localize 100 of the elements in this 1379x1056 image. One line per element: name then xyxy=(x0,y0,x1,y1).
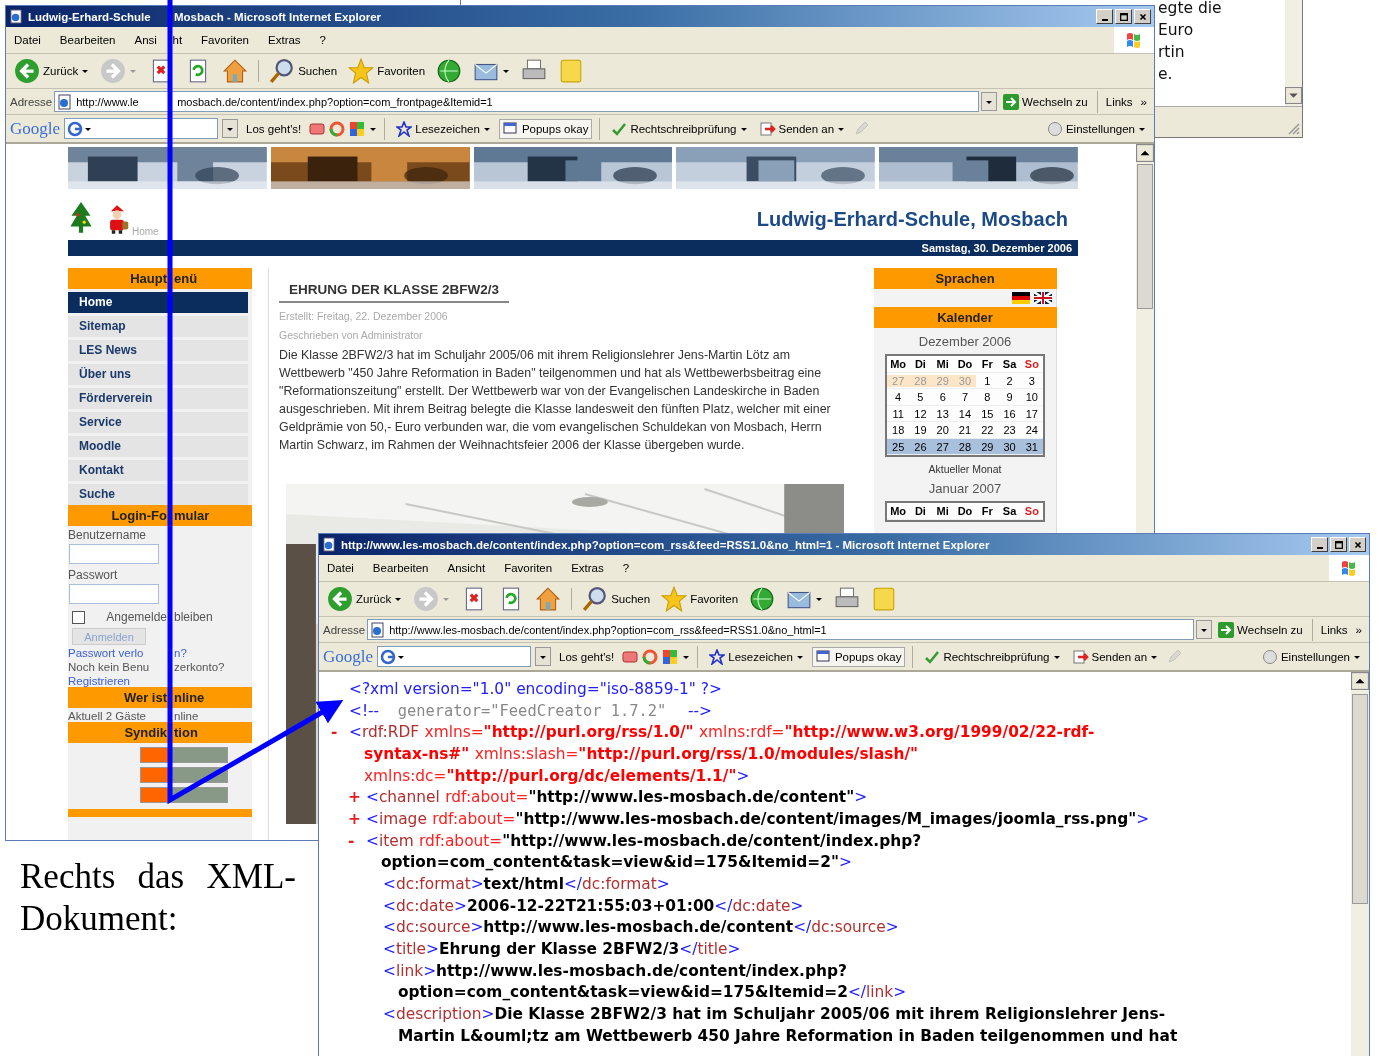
day-cell[interactable]: 12 xyxy=(909,407,932,420)
back-button[interactable]: Zurück xyxy=(323,584,407,614)
current-month-link[interactable]: Aktueller Monat xyxy=(928,463,1002,475)
sidebar-item[interactable]: Suche xyxy=(68,484,248,505)
day-cell[interactable]: 28 xyxy=(953,440,977,453)
search-button[interactable]: Suchen xyxy=(265,56,342,86)
spellcheck-button[interactable]: Rechtschreibprüfung xyxy=(607,118,752,139)
menu-item[interactable]: Favoriten xyxy=(504,562,553,574)
sidebar-item[interactable]: Förderverein xyxy=(68,388,248,409)
day-cell[interactable]: 24 xyxy=(1020,424,1043,437)
day-cell[interactable]: 6 xyxy=(931,391,954,404)
sidebar-item[interactable]: Kontakt xyxy=(68,460,248,481)
collapse-toggle[interactable]: - xyxy=(331,723,349,742)
send-button[interactable]: Senden an xyxy=(755,118,850,139)
day-cell[interactable]: 3 xyxy=(1020,374,1043,387)
maximize-button[interactable] xyxy=(1330,537,1347,552)
day-cell[interactable]: 1 xyxy=(976,374,999,387)
menu-item[interactable]: ht xyxy=(172,34,183,46)
day-cell[interactable]: 8 xyxy=(976,391,999,404)
username-field[interactable] xyxy=(69,544,159,564)
menu-item[interactable]: Ansi xyxy=(134,34,173,46)
day-cell[interactable]: 2 xyxy=(998,374,1021,387)
address-field[interactable]: http://www.les-mosbach.de/content/index.php?option=com_rss&feed=RSS1.0&no_html=1 xyxy=(367,619,1195,640)
menu-item[interactable]: Ansicht xyxy=(447,562,486,574)
day-cell[interactable]: 18 xyxy=(887,424,910,437)
feed-button[interactable] xyxy=(140,747,228,763)
favorites-button[interactable]: Favoriten xyxy=(657,584,743,614)
ring-icon[interactable] xyxy=(329,120,346,137)
blocks-icon[interactable] xyxy=(662,648,679,665)
menu-item[interactable]: Datei xyxy=(14,34,41,46)
go-button[interactable]: Wechseln zu xyxy=(999,91,1092,112)
close-button[interactable] xyxy=(1134,9,1151,24)
sidebar-item[interactable]: Service xyxy=(68,412,248,433)
day-cell[interactable]: 19 xyxy=(909,424,932,437)
flag-icon[interactable] xyxy=(1012,292,1030,304)
settings-button[interactable]: Einstellungen xyxy=(1042,118,1150,139)
forgot-password-link[interactable]: Passwort verlo xyxy=(68,647,174,659)
forgot-password-link[interactable]: n? xyxy=(174,647,187,659)
day-cell[interactable]: 7 xyxy=(953,391,977,404)
flag-icon[interactable] xyxy=(1034,292,1052,304)
sidebar-item[interactable]: Home xyxy=(68,292,248,313)
day-cell[interactable]: 13 xyxy=(931,407,954,420)
sidebar-item[interactable]: Moodle xyxy=(68,436,248,457)
favorites-button[interactable]: Favoriten xyxy=(344,56,430,86)
checkbox[interactable] xyxy=(72,610,85,624)
day-cell[interactable]: 4 xyxy=(887,391,910,404)
day-cell[interactable]: 23 xyxy=(998,424,1021,437)
go-button[interactable]: Los geht's! xyxy=(555,648,619,665)
news-icon[interactable] xyxy=(622,648,639,665)
sidebar-item[interactable]: Sitemap xyxy=(68,316,248,337)
password-field[interactable] xyxy=(69,584,159,604)
chevron-text[interactable]: » xyxy=(1352,623,1365,636)
day-cell[interactable]: 30 xyxy=(998,440,1021,453)
close-button[interactable] xyxy=(1349,537,1366,552)
dropdown-button[interactable] xyxy=(981,92,998,111)
day-cell[interactable]: 14 xyxy=(953,407,977,420)
day-cell[interactable]: 16 xyxy=(998,407,1021,420)
sidebar-item[interactable]: Über uns xyxy=(68,364,248,385)
ring-icon[interactable] xyxy=(642,648,659,665)
register-link[interactable]: Registrieren xyxy=(68,675,130,687)
scroll-up-icon[interactable] xyxy=(1136,144,1154,162)
menu-item[interactable]: ? xyxy=(319,34,326,46)
links-menu[interactable]: Links xyxy=(1317,623,1351,636)
news-icon[interactable] xyxy=(309,120,326,137)
feed-button[interactable] xyxy=(140,767,228,783)
menu-item[interactable]: Bearbeiten xyxy=(59,34,116,46)
menu-item[interactable]: Favoriten xyxy=(201,34,249,46)
day-cell[interactable]: 26 xyxy=(909,440,932,453)
maximize-button[interactable] xyxy=(1115,9,1132,24)
day-cell[interactable]: 11 xyxy=(887,407,910,420)
day-cell[interactable]: 22 xyxy=(976,424,999,437)
search-field[interactable] xyxy=(377,646,532,667)
day-cell[interactable]: 25 xyxy=(887,440,910,453)
day-cell[interactable]: 9 xyxy=(998,391,1021,404)
feed-button[interactable] xyxy=(140,787,228,803)
day-cell[interactable]: 10 xyxy=(1020,391,1043,404)
scroll-down-icon[interactable] xyxy=(1285,87,1302,104)
chevron-text[interactable]: » xyxy=(1137,95,1150,108)
resize-grip-icon[interactable] xyxy=(1286,121,1300,135)
collapse-toggle[interactable]: - xyxy=(348,831,366,850)
minimize-button[interactable] xyxy=(1311,537,1328,552)
scroll-up-icon[interactable] xyxy=(1351,672,1369,690)
send-button[interactable]: Senden an xyxy=(1068,646,1163,667)
menu-item[interactable]: Bearbeiten xyxy=(372,562,429,574)
scroll-thumb[interactable] xyxy=(1352,694,1368,904)
day-cell[interactable]: 21 xyxy=(953,424,977,437)
menu-item[interactable]: ? xyxy=(622,562,630,574)
scrollbar[interactable] xyxy=(1285,0,1302,106)
menu-item[interactable]: Extras xyxy=(268,34,301,46)
search-button[interactable]: Suchen xyxy=(578,584,655,614)
minimize-button[interactable] xyxy=(1096,9,1113,24)
bookmarks-button[interactable]: Lesezeichen xyxy=(705,646,808,667)
day-cell[interactable]: 29 xyxy=(976,440,999,453)
menu-item[interactable]: Extras xyxy=(571,562,604,574)
settings-button[interactable]: Einstellungen xyxy=(1257,646,1365,667)
popups-button[interactable]: Popups okay xyxy=(811,646,906,667)
day-cell[interactable]: 20 xyxy=(931,424,954,437)
popups-button[interactable]: Popups okay xyxy=(498,118,593,139)
go-button[interactable]: Los geht's! xyxy=(242,120,306,137)
go-button[interactable]: Wechseln zu xyxy=(1214,619,1307,640)
